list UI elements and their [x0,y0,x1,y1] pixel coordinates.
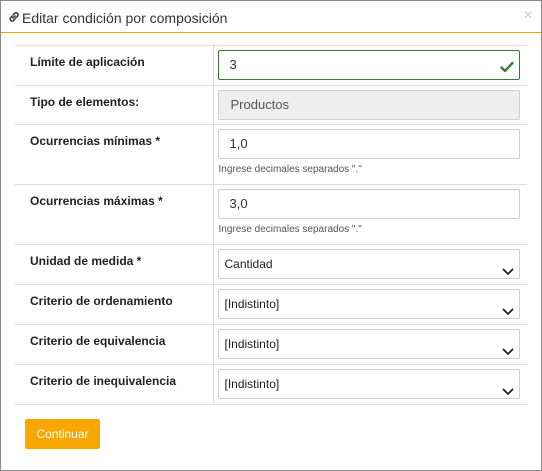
ocurrencias-maximas-input[interactable]: 3,0 [217,189,520,219]
unidad-medida-select[interactable]: Cantidad [217,249,520,279]
form-row-inequivalencia: Criterio de inequivalencia [Indistinto] [15,364,527,405]
criterio-equivalencia-selected: [Indistinto] [224,337,280,351]
form-row-tipo: Tipo de elementos: Productos [15,85,527,125]
chevron-down-icon [502,299,514,315]
form-row-ocurrencias-max: Ocurrencias máximas * 3,0 Ingrese decima… [15,184,527,245]
label-criterio-inequivalencia: Criterio de inequivalencia [15,364,214,405]
ocurrencias-minimas-input[interactable]: 1,0 [217,129,520,159]
form-row-limite: Límite de aplicación 3 [15,45,527,86]
dialog-title: Editar condición por composición [22,10,228,26]
tipo-elementos-field: Productos [217,90,520,120]
label-tipo-elementos: Tipo de elementos: [15,85,214,125]
form-row-equivalencia: Criterio de equivalencia [Indistinto] [15,324,527,365]
criterio-equivalencia-select[interactable]: [Indistinto] [217,329,520,359]
chevron-down-icon [502,379,514,395]
label-criterio-ordenamiento: Criterio de ordenamiento [15,284,214,325]
criterio-ordenamiento-select[interactable]: [Indistinto] [217,289,520,319]
criterio-inequivalencia-selected: [Indistinto] [224,377,280,391]
form-row-unidad: Unidad de medida * Cantidad [15,244,527,285]
form-row-ocurrencias-min: Ocurrencias mínimas * 1,0 Ingrese decima… [15,124,527,185]
label-ocurrencias-minimas: Ocurrencias mínimas * [15,124,214,185]
label-criterio-equivalencia: Criterio de equivalencia [15,324,214,365]
condition-form: Límite de aplicación 3 Tipo de elementos… [15,45,527,405]
criterio-ordenamiento-selected: [Indistinto] [224,297,280,311]
edit-condition-dialog: Editar condición por composición × Límit… [0,0,542,471]
limite-aplicacion-value: 3 [229,57,237,72]
label-limite-aplicacion: Límite de aplicación [15,45,214,86]
continue-button[interactable]: Continuar [25,419,100,449]
form-row-ordenamiento: Criterio de ordenamiento [Indistinto] [15,284,527,325]
check-icon [499,57,515,73]
chevron-down-icon [502,339,514,355]
dialog-titlebar: Editar condición por composición × [1,1,541,33]
close-button[interactable]: × [521,7,535,25]
link-icon [7,10,21,24]
label-unidad-medida: Unidad de medida * [15,244,214,285]
unidad-medida-selected: Cantidad [224,257,273,271]
chevron-down-icon [502,259,514,275]
ocurrencias-minimas-hint: Ingrese decimales separados "." [218,164,362,175]
criterio-inequivalencia-select[interactable]: [Indistinto] [217,369,520,399]
ocurrencias-maximas-hint: Ingrese decimales separados "." [218,224,362,235]
label-ocurrencias-maximas: Ocurrencias máximas * [15,184,214,245]
limite-aplicacion-input[interactable]: 3 [217,50,520,80]
